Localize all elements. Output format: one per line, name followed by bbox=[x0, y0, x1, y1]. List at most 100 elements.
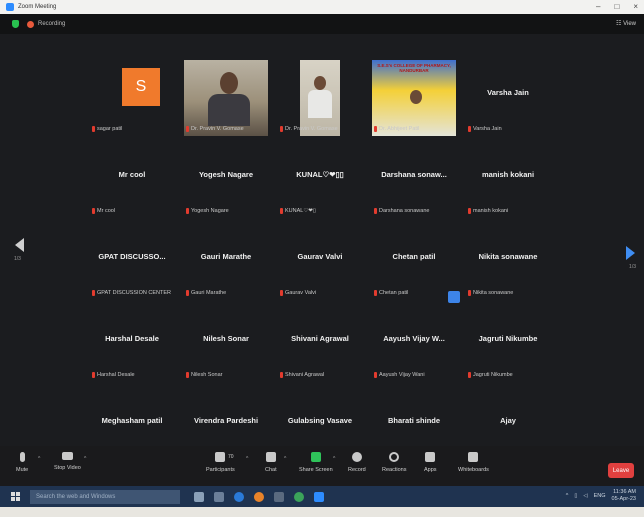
participant-display-name: Aayush Vijay W... bbox=[383, 334, 445, 343]
participant-tile[interactable]: Varsha Jain Varsha Jain bbox=[464, 58, 552, 138]
participant-tile[interactable]: Darshana sonaw... Darshana sonawane bbox=[370, 140, 458, 220]
participant-name-label: Shivani Agrawal bbox=[285, 372, 325, 378]
participant-tile[interactable]: manish kokani manish kokani bbox=[464, 140, 552, 220]
participant-tile[interactable]: Shivani Agrawal Shivani Agrawal bbox=[276, 304, 364, 384]
participants-options-caret[interactable]: ^ bbox=[246, 456, 248, 462]
participant-tile[interactable]: GPAT DISCUSSO... GPAT DISCUSSION CENTER bbox=[88, 222, 176, 302]
participant-tile[interactable]: Nikita sonawane Nikita sonawane bbox=[464, 222, 552, 302]
participant-name-tag: GPAT DISCUSSION CENTER bbox=[92, 290, 171, 296]
reactions-button[interactable]: Reactions bbox=[382, 452, 406, 473]
clock[interactable]: 11:36 AM 05-Apr-23 bbox=[612, 489, 636, 503]
participant-tile[interactable]: Dr. Pravin V. Gomase bbox=[182, 58, 270, 138]
participant-tile[interactable]: Jagruti Nikumbe Jagruti Nikumbe bbox=[464, 304, 552, 384]
taskbar-search-input[interactable]: Search the web and Windows bbox=[30, 489, 180, 504]
recording-label[interactable]: Recording bbox=[38, 21, 65, 27]
participant-name-label: sagar patil bbox=[97, 126, 123, 132]
leave-button[interactable]: Leave bbox=[608, 463, 634, 478]
person-body-icon bbox=[208, 94, 250, 126]
file-manager-icon[interactable] bbox=[214, 491, 224, 502]
system-tray: ^ ▯ ◁ ENG 11:36 AM 05-Apr-23 bbox=[566, 489, 636, 503]
record-button[interactable]: Record bbox=[348, 452, 366, 473]
participant-tile[interactable]: Mr cool Mr cool bbox=[88, 140, 176, 220]
participant-video bbox=[184, 60, 268, 136]
participant-video bbox=[300, 60, 340, 136]
share-options-caret[interactable]: ^ bbox=[333, 456, 335, 462]
participant-tile[interactable]: Gauri Marathe Gauri Marathe bbox=[182, 222, 270, 302]
participant-name-label: Gauri Marathe bbox=[191, 290, 227, 296]
minimize-button[interactable]: – bbox=[596, 2, 600, 11]
participant-name-label: Nikita sonawane bbox=[473, 290, 514, 296]
participant-display-name: Gauri Marathe bbox=[200, 252, 252, 261]
video-camera-icon bbox=[61, 452, 73, 460]
mute-button[interactable]: Mute bbox=[16, 452, 28, 473]
person-head-icon bbox=[220, 72, 238, 94]
stop-video-button[interactable]: Stop Video bbox=[54, 452, 81, 471]
participant-tile[interactable]: Aayush Vijay W... Aayush Vijay Wani bbox=[370, 304, 458, 384]
maximize-button[interactable]: □ bbox=[614, 2, 619, 11]
chat-options-caret[interactable]: ^ bbox=[284, 456, 286, 462]
chrome-icon[interactable] bbox=[294, 491, 304, 502]
firefox-icon[interactable] bbox=[254, 491, 264, 502]
participant-display-name: Chetan patil bbox=[392, 252, 436, 261]
muted-mic-icon bbox=[374, 126, 377, 132]
language-indicator[interactable]: ENG bbox=[594, 493, 606, 499]
photo-border bbox=[0, 507, 644, 517]
participant-tile[interactable]: Gaurav Valvi Gaurav Valvi bbox=[276, 222, 364, 302]
zoom-taskbar-icon[interactable] bbox=[314, 491, 324, 502]
muted-mic-icon bbox=[468, 290, 471, 296]
settings-icon[interactable] bbox=[274, 491, 284, 502]
person-head-icon bbox=[314, 76, 326, 90]
whiteboards-label: Whiteboards bbox=[458, 467, 489, 473]
share-screen-label: Share Screen bbox=[299, 467, 333, 473]
mute-label: Mute bbox=[16, 467, 29, 473]
muted-mic-icon bbox=[280, 208, 283, 214]
close-button[interactable]: × bbox=[633, 2, 638, 11]
college-poster-image: S.E.S's COLLEGE OF PHARMACY, NANDURBAR bbox=[372, 60, 456, 136]
participants-icon bbox=[215, 452, 226, 462]
participant-name-label: Varsha Jain bbox=[473, 126, 502, 132]
zoom-logo-icon bbox=[6, 3, 14, 11]
volume-icon[interactable]: ◁ bbox=[583, 493, 587, 499]
participant-display-name: Nikita sonawane bbox=[478, 252, 538, 261]
muted-mic-icon bbox=[374, 290, 377, 296]
video-options-caret[interactable]: ^ bbox=[84, 456, 86, 462]
view-button[interactable]: ☷ View bbox=[616, 20, 636, 27]
next-page-arrow-icon[interactable] bbox=[626, 246, 635, 260]
participant-display-name: Gulabsing Vasave bbox=[287, 416, 353, 425]
participant-tile[interactable]: Ssagar patil bbox=[88, 58, 176, 138]
microphone-icon bbox=[19, 452, 25, 462]
mute-options-caret[interactable]: ^ bbox=[38, 456, 40, 462]
participant-tile[interactable]: Nilesh Sonar Nilesh Sonar bbox=[182, 304, 270, 384]
participant-tile[interactable]: KUNAL♡❤▯▯ KUNAL♡❤▯ bbox=[276, 140, 364, 220]
tray-chevron-icon[interactable]: ^ bbox=[566, 493, 569, 499]
clock-date: 05-Apr-23 bbox=[611, 496, 636, 502]
page-indicator-left: 1/3 bbox=[14, 256, 21, 262]
participant-tile[interactable]: Harshal Desale Harshal Desale bbox=[88, 304, 176, 384]
participant-tile[interactable]: Yogesh Nagare Yogesh Nagare bbox=[182, 140, 270, 220]
participant-name-label: GPAT DISCUSSION CENTER bbox=[97, 290, 171, 296]
apps-button[interactable]: Apps bbox=[424, 452, 437, 473]
reactions-label: Reactions bbox=[382, 467, 407, 473]
participant-tile[interactable]: Chetan patil Chetan patil bbox=[370, 222, 458, 302]
participant-name-tag: Aayush Vijay Wani bbox=[374, 372, 425, 378]
share-screen-button[interactable]: Share Screen bbox=[299, 452, 333, 473]
previous-page-arrow-icon[interactable] bbox=[15, 238, 24, 252]
network-icon[interactable]: ▯ bbox=[574, 493, 577, 499]
participant-name-label: Darshana sonawane bbox=[379, 208, 430, 214]
participant-name-label: Chetan patil bbox=[379, 290, 409, 296]
muted-mic-icon bbox=[186, 372, 189, 378]
participant-name-tag: Dr. Pravin V. Gomase bbox=[186, 126, 244, 132]
muted-mic-icon bbox=[92, 372, 95, 378]
security-shield-icon[interactable] bbox=[12, 20, 19, 28]
chat-button[interactable]: Chat bbox=[265, 452, 277, 473]
task-view-icon[interactable] bbox=[194, 491, 204, 502]
edge-browser-icon[interactable] bbox=[234, 491, 244, 502]
participants-label: Participants bbox=[206, 467, 235, 473]
participant-tile[interactable]: Dr. Pravin V. Gomase bbox=[276, 58, 364, 138]
windows-start-icon[interactable] bbox=[11, 492, 20, 501]
muted-mic-icon bbox=[92, 126, 95, 132]
participant-display-name: GPAT DISCUSSO... bbox=[98, 252, 166, 261]
participant-name-tag: Nilesh Sonar bbox=[186, 372, 223, 378]
participant-tile[interactable]: S.E.S's COLLEGE OF PHARMACY, NANDURBAR Dr… bbox=[370, 58, 458, 138]
whiteboards-button[interactable]: Whiteboards bbox=[458, 452, 489, 473]
